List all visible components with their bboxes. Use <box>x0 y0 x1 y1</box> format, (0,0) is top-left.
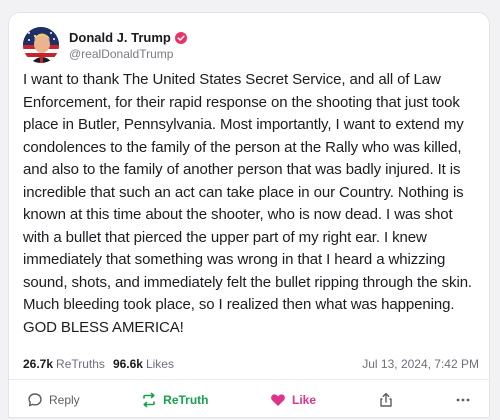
retruths-label: ReTruths <box>56 357 105 371</box>
retruths-stat[interactable]: 26.7k ReTruths <box>23 357 105 371</box>
post-stats: 26.7k ReTruths 96.6k Likes Jul 13, 2024, 7… <box>23 357 479 371</box>
post-header: Donald J. Trump @realDonaldTrump <box>23 27 187 63</box>
heart-icon <box>270 392 286 408</box>
display-name-row: Donald J. Trump <box>69 30 187 45</box>
author-names: Donald J. Trump @realDonaldTrump <box>69 30 187 61</box>
post-card: Donald J. Trump @realDonaldTrump I want … <box>8 12 490 418</box>
divider <box>9 379 489 380</box>
avatar[interactable] <box>23 27 59 63</box>
reply-label: Reply <box>49 393 80 407</box>
verified-badge-icon <box>174 31 187 44</box>
more-button[interactable] <box>455 392 471 408</box>
like-label: Like <box>292 393 317 407</box>
reply-button[interactable]: Reply <box>27 392 80 408</box>
post-timestamp[interactable]: Jul 13, 2024, 7:42 PM <box>362 357 479 371</box>
more-dots-icon <box>455 392 471 408</box>
likes-label: Likes <box>145 357 174 371</box>
author-handle[interactable]: @realDonaldTrump <box>69 47 187 61</box>
chat-bubble-icon <box>27 392 43 408</box>
author-display-name[interactable]: Donald J. Trump <box>69 30 171 45</box>
share-button[interactable] <box>378 392 394 408</box>
action-bar: Reply ReTruth Like <box>9 385 489 415</box>
share-upload-icon <box>378 392 394 408</box>
retruth-label: ReTruth <box>163 393 209 407</box>
like-button[interactable]: Like <box>270 392 316 408</box>
repost-arrows-icon <box>141 392 157 408</box>
likes-count: 96.6k <box>112 357 143 371</box>
avatar-image <box>23 27 59 63</box>
likes-stat[interactable]: 96.6k Likes <box>113 357 174 371</box>
retruths-count: 26.7k <box>23 357 54 371</box>
post-body: I want to thank The United States Secret… <box>23 71 473 336</box>
retruth-button[interactable]: ReTruth <box>141 392 209 408</box>
